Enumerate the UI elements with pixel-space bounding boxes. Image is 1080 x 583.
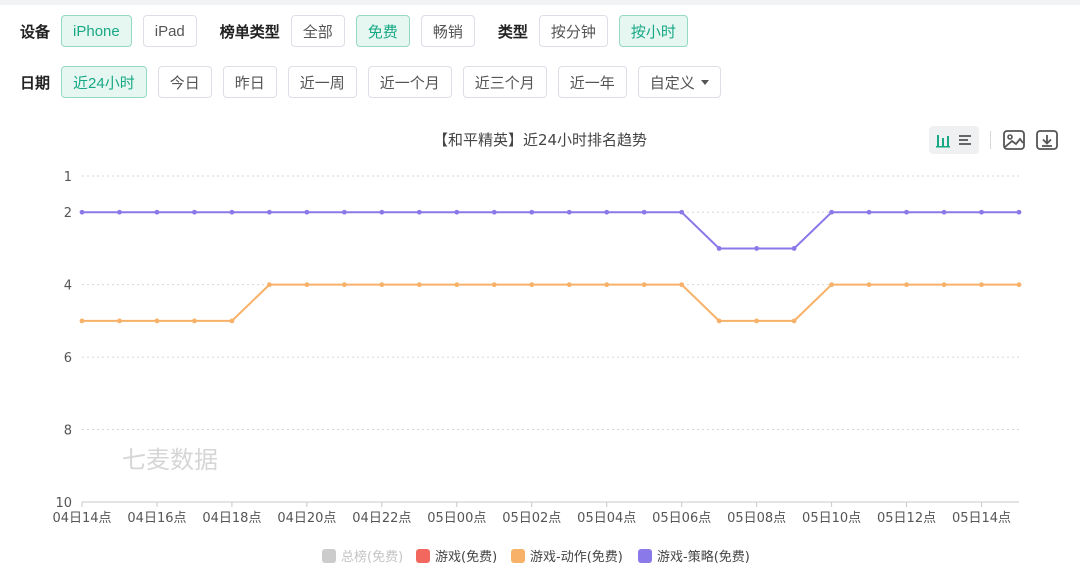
data-point[interactable] [79, 318, 85, 324]
data-point[interactable] [117, 318, 122, 324]
data-point[interactable] [341, 209, 347, 215]
legend-swatch [511, 549, 525, 563]
x-tick-label: 05日10点 [802, 511, 861, 526]
data-point[interactable] [454, 282, 460, 288]
legend-swatch [638, 549, 652, 563]
data-point[interactable] [1016, 282, 1022, 288]
data-point[interactable] [341, 282, 347, 288]
y-tick-label: 4 [64, 279, 72, 294]
legend-item[interactable]: 游戏(免费) [416, 549, 497, 565]
data-point[interactable] [267, 282, 272, 288]
data-point[interactable] [979, 282, 984, 288]
data-point[interactable] [229, 209, 235, 215]
data-point[interactable] [829, 209, 834, 215]
data-point[interactable] [192, 318, 197, 324]
data-point[interactable] [941, 209, 947, 215]
x-tick-label: 05日06点 [652, 511, 711, 526]
data-point[interactable] [979, 209, 984, 215]
series-line [82, 211, 1019, 250]
x-tick-label: 05日14点 [952, 511, 1011, 526]
data-point[interactable] [716, 246, 722, 251]
data-point[interactable] [79, 209, 85, 215]
data-point[interactable] [604, 282, 610, 288]
x-tick-label: 05日12点 [877, 511, 936, 526]
data-point[interactable] [566, 209, 572, 215]
x-tick-label: 04日20点 [277, 511, 336, 526]
legend-label: 游戏(免费) [435, 550, 497, 565]
data-point[interactable] [829, 282, 834, 288]
data-point[interactable] [866, 209, 872, 215]
data-point[interactable] [791, 246, 797, 251]
legend-label: 总榜(免费) [341, 549, 403, 565]
y-tick-label: 8 [64, 424, 72, 439]
data-point[interactable] [379, 209, 385, 215]
data-point[interactable] [566, 282, 572, 288]
legend-item[interactable]: 游戏-动作(免费) [511, 549, 623, 565]
data-point[interactable] [529, 282, 535, 288]
data-point[interactable] [679, 209, 685, 215]
data-point[interactable] [454, 209, 460, 215]
x-tick-label: 05日02点 [502, 511, 561, 526]
data-point[interactable] [791, 318, 797, 324]
data-point[interactable] [304, 209, 310, 215]
data-point[interactable] [229, 318, 235, 324]
data-point[interactable] [866, 282, 872, 288]
data-point[interactable] [154, 209, 160, 215]
data-point[interactable] [416, 282, 422, 288]
data-point[interactable] [491, 282, 497, 288]
data-point[interactable] [304, 282, 310, 288]
data-point[interactable] [117, 209, 122, 215]
legend-label: 游戏-动作(免费) [530, 550, 623, 565]
data-point[interactable] [192, 209, 197, 215]
legend-label: 游戏-策略(免费) [657, 549, 750, 565]
x-tick-label: 04日14点 [52, 511, 111, 526]
x-tick-label: 05日04点 [577, 511, 636, 526]
data-point[interactable] [904, 209, 909, 215]
series-line [82, 283, 1019, 322]
legend-item[interactable]: 游戏-策略(免费) [638, 549, 750, 565]
data-point[interactable] [716, 318, 722, 324]
data-point[interactable] [641, 282, 647, 288]
rank-trend-chart: 1 2 4 6 8 1004日14点 04日16点 04日18点 04日20点 04日22点 05日… [52, 170, 1022, 565]
legend-swatch [322, 549, 336, 563]
data-point[interactable] [491, 209, 497, 215]
x-tick-label: 04日18点 [202, 511, 261, 526]
data-point[interactable] [641, 209, 647, 215]
legend-item[interactable]: 总榜(免费) [322, 549, 403, 565]
x-tick-label: 04日22点 [352, 511, 411, 526]
data-point[interactable] [754, 246, 760, 251]
data-point[interactable] [154, 318, 160, 324]
data-point[interactable] [904, 282, 909, 288]
legend-swatch [416, 549, 430, 563]
data-point[interactable] [604, 209, 610, 215]
x-tick-label: 05日08点 [727, 511, 786, 526]
data-point[interactable] [529, 209, 535, 215]
y-tick-label: 2 [64, 206, 72, 221]
watermark: 七麦数据 [122, 446, 218, 474]
x-tick-label: 05日00点 [427, 511, 486, 526]
data-point[interactable] [416, 209, 422, 215]
y-tick-label: 10 [55, 496, 72, 511]
x-tick-label: 04日16点 [127, 511, 186, 526]
data-point[interactable] [379, 282, 385, 288]
data-point[interactable] [679, 282, 685, 288]
data-point[interactable] [1016, 209, 1022, 215]
data-point[interactable] [941, 282, 947, 288]
data-point[interactable] [754, 318, 760, 324]
y-tick-label: 6 [64, 351, 72, 366]
data-point[interactable] [267, 209, 272, 215]
y-tick-label: 1 [64, 170, 72, 185]
